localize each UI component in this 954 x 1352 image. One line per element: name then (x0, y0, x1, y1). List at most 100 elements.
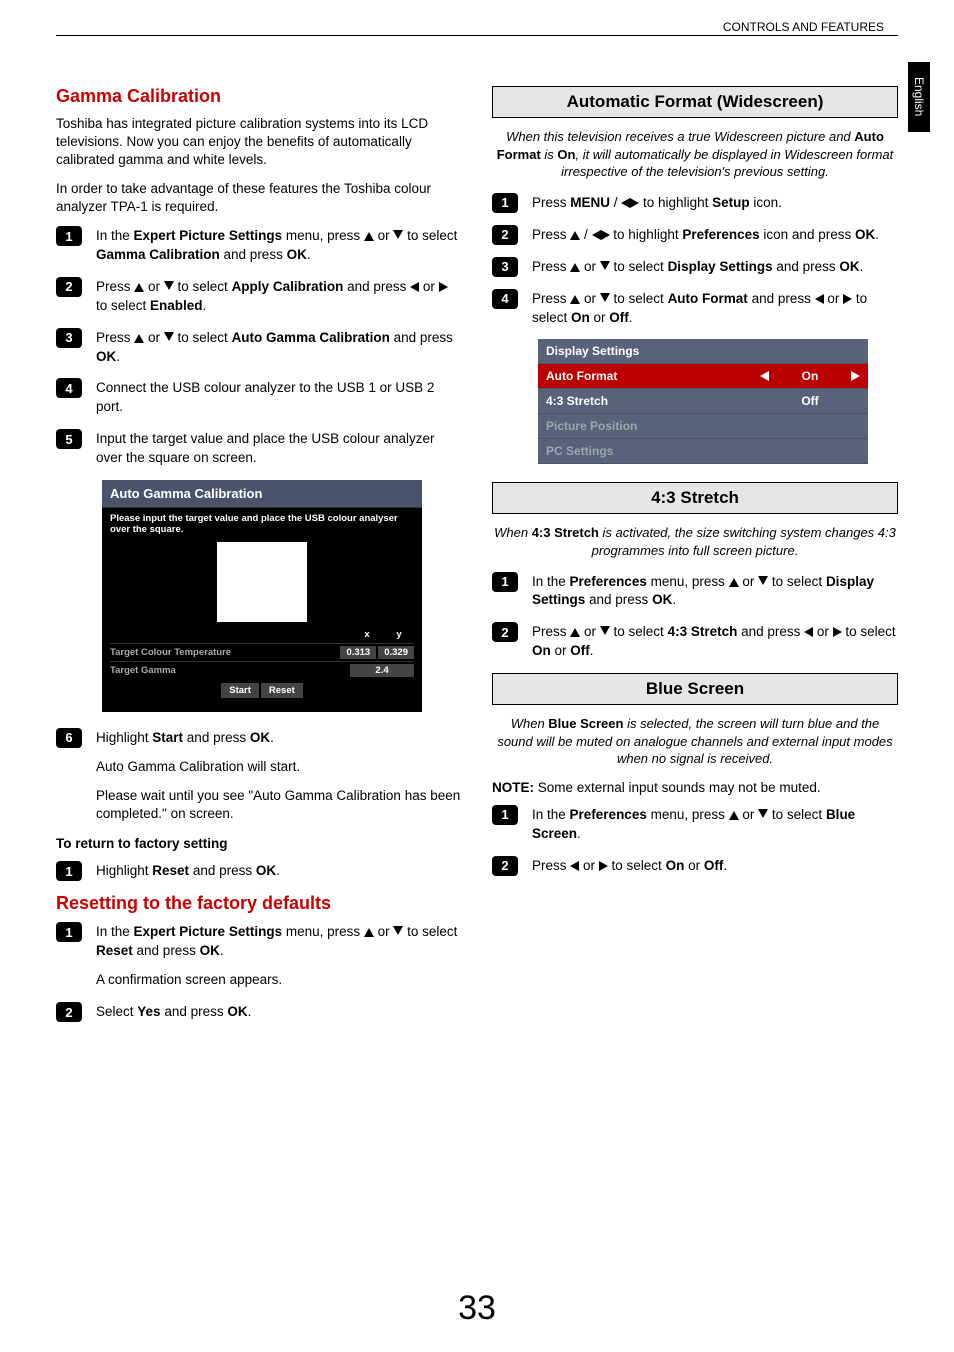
osd-row1-y: 0.329 (378, 646, 414, 659)
osd2-row-pc-settings: PC Settings (538, 439, 868, 464)
af-step-1-text: Press MENU / to highlight Setup icon. (532, 193, 782, 213)
reset-step-1-text: In the Expert Picture Settings menu, pre… (96, 922, 462, 990)
breadcrumb: CONTROLS AND FEATURES (723, 20, 884, 34)
right-icon (630, 198, 639, 208)
auto-format-desc: When this television receives a true Wid… (492, 128, 898, 181)
step-1-text: In the Expert Picture Settings menu, pre… (96, 226, 462, 265)
bs-step-1-text: In the Preferences menu, press or to sel… (532, 805, 898, 844)
step-badge-1: 1 (492, 193, 518, 213)
step-3: 3 Press or to select Auto Gamma Calibrat… (56, 328, 462, 367)
osd-body: x y Target Colour Temperature 0.313 0.32… (102, 542, 422, 712)
intro-paragraph-2: In order to take advantage of these feat… (56, 180, 462, 216)
step-badge-4: 4 (492, 289, 518, 309)
step-badge-4: 4 (56, 378, 82, 398)
step-4-text: Connect the USB colour analyzer to the U… (96, 378, 462, 417)
step-badge-6: 6 (56, 728, 82, 748)
bs-step-2-text: Press or to select On or Off. (532, 856, 727, 876)
st-step-2: 2 Press or to select 4:3 Stretch and pre… (492, 622, 898, 661)
osd-auto-gamma: Auto Gamma Calibration Please input the … (102, 480, 422, 712)
step-2: 2 Press or to select Apply Calibration a… (56, 277, 462, 316)
up-icon (134, 283, 144, 292)
step-6: 6 Highlight Start and press OK. Auto Gam… (56, 728, 462, 825)
step-badge-1: 1 (56, 861, 82, 881)
step-badge-2: 2 (492, 622, 518, 642)
af-step-2-text: Press / to highlight Preferences icon an… (532, 225, 879, 245)
step-badge-1: 1 (492, 572, 518, 592)
af-step-4-text: Press or to select Auto Format and press… (532, 289, 898, 328)
up-icon (134, 334, 144, 343)
right-column: Automatic Format (Widescreen) When this … (492, 86, 898, 1034)
st-step-1-text: In the Preferences menu, press or to sel… (532, 572, 898, 611)
step-5-text: Input the target value and place the USB… (96, 429, 462, 468)
osd-row1-label: Target Colour Temperature (110, 647, 340, 658)
step-badge-2: 2 (56, 1002, 82, 1022)
down-icon (164, 332, 174, 341)
step-badge-2: 2 (492, 856, 518, 876)
43-stretch-desc: When 4:3 Stretch is activated, the size … (492, 524, 898, 559)
down-icon (393, 926, 403, 935)
header-rule (56, 35, 898, 36)
down-icon (393, 230, 403, 239)
up-icon (364, 928, 374, 937)
af-step-4: 4 Press or to select Auto Format and pre… (492, 289, 898, 328)
return-step-1-text: Highlight Reset and press OK. (96, 861, 280, 881)
down-icon (164, 281, 174, 290)
right-icon (833, 627, 842, 637)
left-icon (621, 198, 630, 208)
step-1: 1 In the Expert Picture Settings menu, p… (56, 226, 462, 265)
blue-screen-desc: When Blue Screen is selected, the screen… (492, 715, 898, 768)
left-icon (760, 371, 769, 381)
up-icon (729, 578, 739, 587)
down-icon (600, 261, 610, 270)
up-icon (570, 628, 580, 637)
osd2-row-43-stretch: 4:3 Stretch Off (538, 389, 868, 414)
osd-row2-val: 2.4 (350, 664, 414, 677)
language-tab: English (908, 62, 930, 132)
osd-display-settings: Display Settings Auto Format On 4:3 Stre… (538, 339, 868, 464)
reset-step-2-text: Select Yes and press OK. (96, 1002, 251, 1022)
page-number: 33 (0, 1289, 954, 1328)
left-icon (815, 294, 824, 304)
osd-subtitle: Please input the target value and place … (102, 508, 422, 540)
section-auto-format: Automatic Format (Widescreen) (492, 86, 898, 118)
step-3-text: Press or to select Auto Gamma Calibratio… (96, 328, 462, 367)
left-icon (410, 282, 419, 292)
osd-target-square (217, 542, 307, 622)
right-icon (599, 861, 608, 871)
st-step-2-text: Press or to select 4:3 Stretch and press… (532, 622, 898, 661)
up-icon (570, 263, 580, 272)
left-column: Gamma Calibration Toshiba has integrated… (56, 86, 462, 1034)
intro-paragraph-1: Toshiba has integrated picture calibrati… (56, 115, 462, 170)
osd-col-x: x (352, 628, 382, 641)
right-icon (601, 230, 610, 240)
step-4: 4 Connect the USB colour analyzer to the… (56, 378, 462, 417)
down-icon (600, 293, 610, 302)
heading-gamma-calibration: Gamma Calibration (56, 86, 462, 107)
page: CONTROLS AND FEATURES English Gamma Cali… (0, 0, 954, 1352)
up-icon (570, 295, 580, 304)
down-icon (758, 809, 768, 818)
right-icon (439, 282, 448, 292)
osd-row2-label: Target Gamma (110, 665, 350, 676)
section-blue-screen: Blue Screen (492, 673, 898, 705)
step-badge-1: 1 (492, 805, 518, 825)
down-icon (758, 576, 768, 585)
section-43-stretch: 4:3 Stretch (492, 482, 898, 514)
af-step-3: 3 Press or to select Display Settings an… (492, 257, 898, 277)
osd2-row-picture-position: Picture Position (538, 414, 868, 439)
bs-step-2: 2 Press or to select On or Off. (492, 856, 898, 876)
step-badge-3: 3 (56, 328, 82, 348)
af-step-2: 2 Press / to highlight Preferences icon … (492, 225, 898, 245)
left-icon (804, 627, 813, 637)
down-icon (600, 626, 610, 635)
step-badge-3: 3 (492, 257, 518, 277)
step-badge-2: 2 (492, 225, 518, 245)
blue-screen-note: NOTE: Some external input sounds may not… (492, 780, 898, 795)
reset-step-2: 2 Select Yes and press OK. (56, 1002, 462, 1022)
osd-reset-button: Reset (261, 683, 303, 698)
st-step-1: 1 In the Preferences menu, press or to s… (492, 572, 898, 611)
left-icon (592, 230, 601, 240)
osd-start-button: Start (221, 683, 259, 698)
step-6-text: Highlight Start and press OK. Auto Gamma… (96, 728, 462, 825)
return-heading: To return to factory setting (56, 836, 462, 851)
